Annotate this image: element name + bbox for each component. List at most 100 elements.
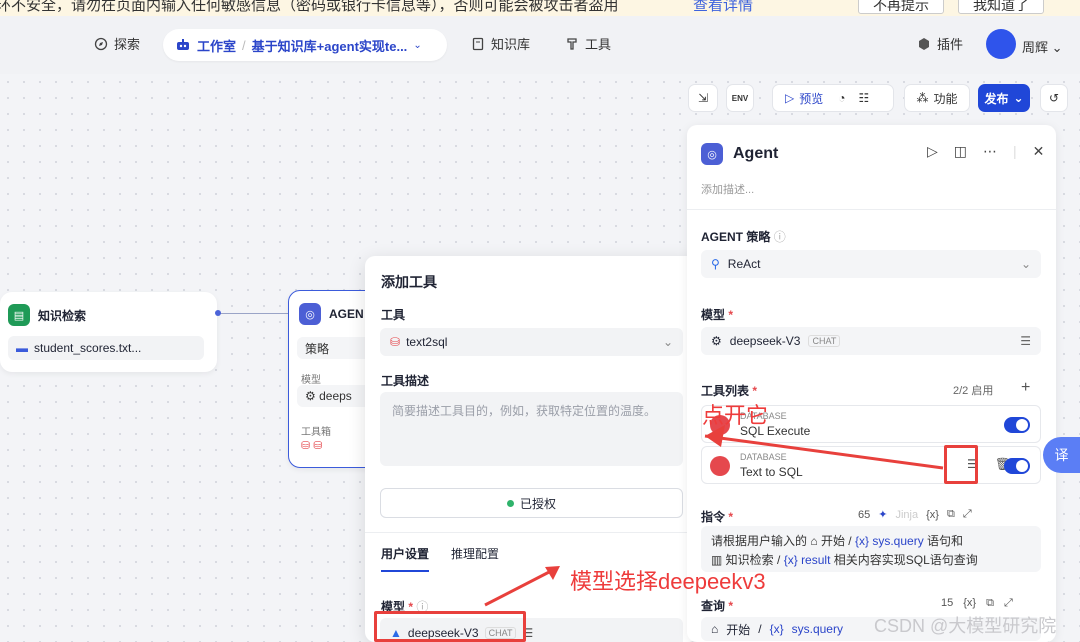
export-icon: ⇲ [697,91,709,105]
tools-label: 工具列表 * [701,384,758,398]
node-title: 知识检索 [38,308,87,323]
react-icon: ⚲ [711,257,720,271]
variable-icon[interactable]: {x} [963,597,976,610]
jinja-toggle[interactable]: Jinja [895,509,918,521]
description-input[interactable]: 添加描述... [701,181,754,197]
features-button[interactable]: ⁂ 功能 [904,84,970,112]
tool-toggle[interactable] [1004,458,1030,474]
nav-plugins[interactable]: 插件 [917,34,963,53]
annotation-open: 点开它 [702,403,769,428]
model-icon: ⚙ [711,334,722,348]
preview-button[interactable]: 预览 [799,90,823,107]
book-icon [472,37,484,50]
chevron-down-icon: ⌄ [662,335,673,349]
copy-icon[interactable]: ⧉ [986,597,994,610]
panel-title: Agent [733,145,779,162]
split-view-icon[interactable]: ◫ [954,143,967,160]
query-count: 15 [941,597,954,609]
compass-icon [94,37,108,50]
watermark: CSDN @大模型研究院 [874,616,1057,636]
authorized-button[interactable]: 已授权 [380,488,683,518]
tool-label: 工具 [381,308,406,322]
nav-explore[interactable]: 探索 [94,34,140,53]
avatar[interactable] [986,29,1016,59]
database-icon [710,456,730,476]
tool-item[interactable]: DATABASE Text to SQL ☰ 🗑 [701,446,1041,484]
chevron-down-icon: ⌄ [1020,257,1031,271]
chevron-down-icon: ⌄ [1013,91,1024,105]
instruction-count: 65 [858,508,871,521]
add-tool-icon[interactable]: + [1021,379,1030,397]
agent-icon: ◎ [299,303,321,325]
tool-icon [567,37,577,50]
history-icon: ↺ [1048,91,1060,105]
copy-icon[interactable]: ⧉ [947,508,955,521]
knowledge-retrieval-node[interactable]: ▤ 知识检索 ▬ student_scores.txt... [0,292,217,372]
database-icon: ⛁ ⛁ [301,440,323,452]
highlight-box [944,445,978,484]
user-name[interactable]: 周辉 ⌄ [1022,37,1063,56]
dialog-title: 添加工具 [381,274,437,290]
node-title: AGEN [329,307,364,321]
agent-icon: ◎ [701,143,723,165]
close-icon[interactable]: ✕ [1033,143,1045,160]
nav-tools[interactable]: 工具 [565,34,611,53]
highlight-box [374,611,526,642]
workspace-breadcrumb[interactable]: 工作室 / 基于知识库+agent实现te... ⌄ [163,29,447,61]
model-icon: ⚙ [305,389,316,403]
warning-details-link[interactable]: 查看详情 [693,0,753,15]
env-icon: ENV [731,93,749,103]
model-label: 模型 [301,375,321,386]
checklist-icon[interactable]: ☷ [859,91,870,105]
robot-icon [177,39,189,50]
translate-button[interactable]: 译 [1043,437,1080,473]
workspace-label: 工作室 [197,38,237,54]
tab-reasoning-config[interactable]: 推理配置 [451,545,499,572]
tool-name: Text to SQL [740,465,803,479]
strategy-select[interactable]: ⚲ ReAct ⌄ [701,250,1041,278]
output-handle[interactable] [215,310,221,316]
toolbox-label: 工具箱 [301,427,331,438]
app-name: 基于知识库+agent实现te... [251,38,408,54]
top-navigation: 探索 工作室 / 基于知识库+agent实现te... ⌄ 知识库 工具 插件 … [0,16,1080,74]
knowledge-file: ▬ student_scores.txt... [8,336,204,360]
preview-group: ▷ 预览 ◔ ☷ [772,84,894,112]
strategy-label: AGENT 策略 ⓘ [701,230,786,244]
dont-show-again-button[interactable]: 不再提示 [858,0,944,14]
tool-description-label: 工具描述 [381,374,430,388]
security-warning-bar: 环不安全，请勿在页面内输入任何敏感信息（密码或银行卡信息等），否则可能会被攻击者… [0,0,1080,16]
got-it-button[interactable]: 我知道了 [958,0,1044,14]
expand-icon[interactable]: ⤢ [1004,597,1013,610]
model-label: 模型 * [701,308,734,322]
cube-icon [919,37,929,50]
more-icon[interactable]: ⋯ [983,143,997,160]
warning-message: 环不安全，请勿在页面内输入任何敏感信息（密码或银行卡信息等），否则可能会被攻击者… [0,0,619,14]
features-icon: ⁂ [916,91,929,105]
variable-icon[interactable]: {x} [926,509,939,521]
tool-toggle[interactable] [1004,417,1030,433]
node-connection [217,313,289,314]
model-select[interactable]: ⚙ deepseek-V3 CHAT ☰ [701,327,1041,355]
query-label: 查询 * [701,599,734,613]
env-button[interactable]: ENV [726,84,754,112]
status-dot-icon [506,499,514,507]
run-icon[interactable]: ▷ [927,143,938,160]
book-icon: ▤ [8,304,30,326]
expand-icon[interactable]: ⤢ [963,508,972,521]
tool-description-input[interactable]: 简要描述工具目的，例如，获取特定位置的温度。 [380,392,683,466]
nav-knowledge[interactable]: 知识库 [471,34,530,53]
chevron-down-icon: ⌄ [413,39,422,51]
annotation-model: 模型选择deepeekv3 [570,569,766,594]
play-icon: ▷ [785,91,795,105]
settings-icon[interactable]: ☰ [1020,334,1031,348]
tool-select[interactable]: ⛁ text2sql ⌄ [380,328,683,356]
version-history-button[interactable]: ↺ [1040,84,1068,112]
publish-button[interactable]: 发布 ⌄ [978,84,1030,112]
instruction-label: 指令 * [701,510,734,524]
folder-icon: ▬ [16,341,28,355]
database-icon: ⛁ [390,335,401,349]
sparkle-icon[interactable]: ✦ [878,508,887,521]
history-run-icon[interactable]: ◔ [838,91,845,105]
export-button[interactable]: ⇲ [688,84,718,112]
tab-user-settings[interactable]: 用户设置 [381,545,430,572]
